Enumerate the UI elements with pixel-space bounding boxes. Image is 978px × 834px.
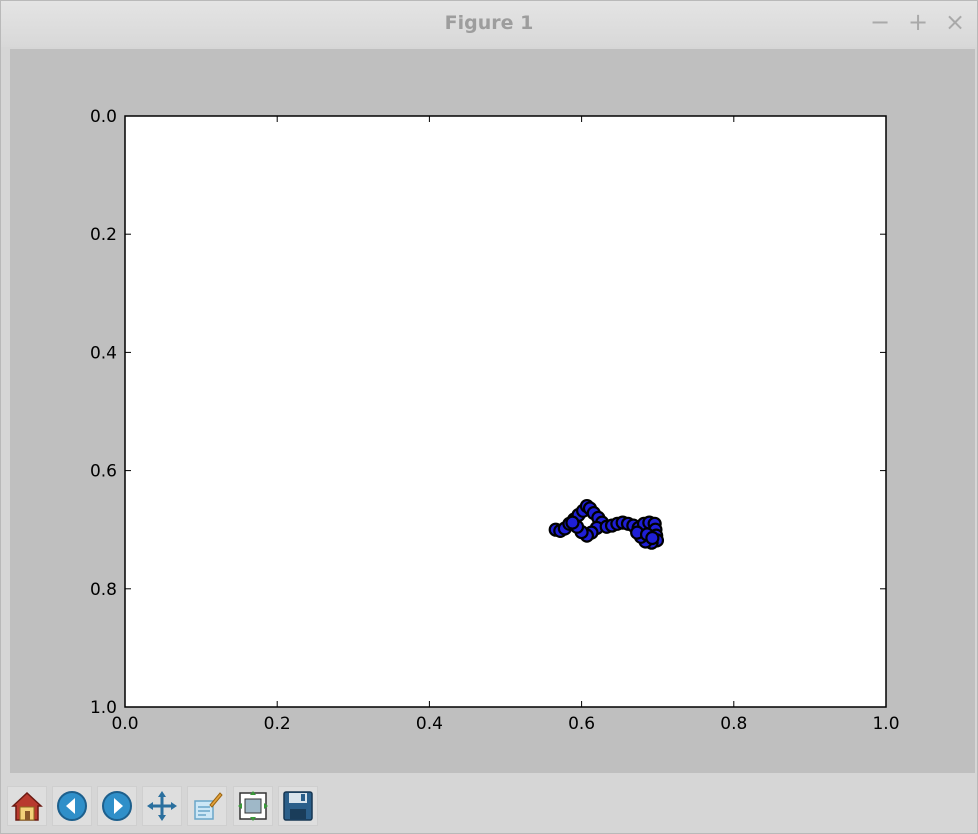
data-point [565, 515, 580, 530]
data-point [645, 530, 660, 546]
home-button[interactable] [7, 786, 47, 826]
forward-button[interactable] [97, 786, 137, 826]
figure-canvas[interactable]: 0.0 0.2 0.4 0.6 0.8 1.0 0.0 0.2 0.4 0.6 0.8 1.0 [10, 49, 975, 773]
maximize-button[interactable]: + [905, 9, 931, 35]
subplots-icon [238, 791, 268, 821]
x-tick-label: 0.6 [568, 714, 595, 734]
y-tick-label: 0.0 [90, 107, 117, 127]
save-button[interactable] [278, 786, 318, 826]
plot-area [125, 116, 886, 707]
y-tick-label: 0.8 [90, 580, 117, 600]
pan-button[interactable] [142, 786, 182, 826]
y-tick-label: 1.0 [90, 698, 117, 718]
x-tick-label: 0.8 [720, 714, 747, 734]
home-icon [11, 791, 43, 821]
minimize-button[interactable]: − [867, 9, 893, 35]
y-tick-label: 0.4 [90, 343, 117, 363]
configure-subplots-button[interactable] [233, 786, 273, 826]
back-button[interactable] [52, 786, 92, 826]
x-tick-label: 1.0 [872, 714, 899, 734]
floppy-disk-icon [283, 791, 313, 821]
x-tick-label: 0.2 [264, 714, 291, 734]
zoom-button[interactable] [187, 786, 227, 826]
move-arrows-icon [147, 791, 177, 821]
title-bar[interactable]: Figure 1 − + × [1, 1, 977, 47]
navigation-toolbar [1, 777, 977, 833]
arrow-left-icon [57, 791, 87, 821]
y-tick-label: 0.6 [90, 462, 117, 482]
zoom-rect-icon [194, 792, 223, 820]
window-title: Figure 1 [444, 12, 534, 34]
arrow-right-icon [102, 791, 132, 821]
x-tick-label: 0.4 [416, 714, 443, 734]
scatter-chart: 0.0 0.2 0.4 0.6 0.8 1.00.00.20.40.60.81.0 [90, 107, 900, 734]
close-button[interactable]: × [942, 9, 968, 35]
figure-window: Figure 1 − + × 0.0 0.2 0.4 0.6 0.8 1.0 0.0 0.2 0… [0, 0, 978, 834]
y-tick-label: 0.2 [90, 225, 117, 245]
